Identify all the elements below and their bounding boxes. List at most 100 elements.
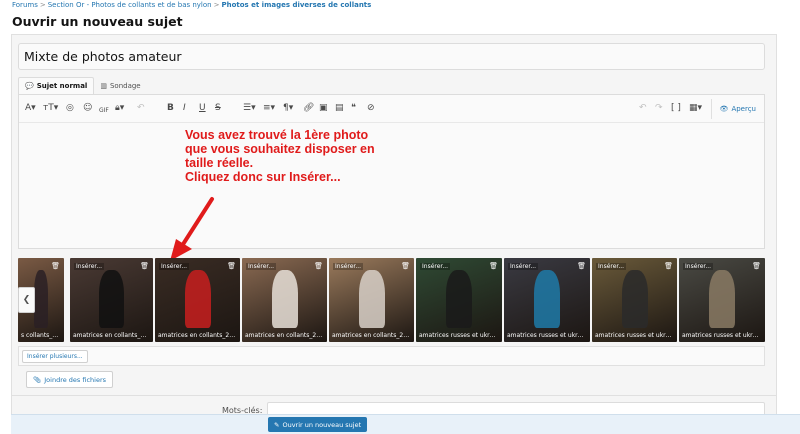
insert-link[interactable]: Insérer... [246, 263, 277, 270]
annotation-line: Vous avez trouvé la 1ère photo [185, 128, 369, 142]
bold-icon[interactable]: B [167, 103, 174, 114]
breadcrumb-separator: > [213, 1, 220, 9]
insert-row: Insérer plusieurs... [18, 346, 765, 366]
attachment-filename: amatrices russes et ukrain... [595, 332, 677, 339]
submit-button[interactable]: ✎ Ouvrir un nouveau sujet [268, 417, 368, 432]
photo-figure [272, 270, 298, 328]
hide-icon[interactable]: ⊘ [367, 103, 375, 114]
attach-files-button[interactable]: 📎︎ Joindre des fichiers [26, 371, 114, 388]
attachment-thumbnail[interactable]: Insérer... 🗑︎ amatrices russes et ukrain..… [592, 258, 677, 342]
breadcrumb: Forums > Section Or - Photos de collants e… [12, 1, 371, 9]
annotation-line: que vous souhaitez disposer en [185, 142, 375, 156]
annotation-line: Cliquez donc sur Insérer... [185, 170, 341, 184]
breadcrumb-item-section[interactable]: Section Or - Photos de collants et de ba… [48, 1, 212, 9]
lock-icon[interactable]: 🔒︎▾ [115, 103, 124, 114]
carousel-prev-button[interactable]: ❮ [18, 287, 35, 313]
trash-icon[interactable]: 🗑︎ [752, 262, 761, 270]
link-icon[interactable]: 🔗︎ [303, 103, 314, 114]
attachment-thumbnail[interactable]: Insérer... 🗑︎ amatrices en collants_207... [242, 258, 327, 342]
insert-link[interactable]: Insérer... [420, 263, 451, 270]
preview-label: Aperçu [731, 105, 756, 113]
attachment-filename: amatrices en collants_206... [158, 332, 240, 339]
attachment-filename: amatrices russes et ukrain... [682, 332, 765, 339]
insert-link[interactable]: Insérer... [159, 263, 190, 270]
redo-icon[interactable]: ↷ [655, 103, 663, 114]
post-type-tabs: 💬 Sujet normal ▥ Sondage [18, 76, 147, 94]
trash-icon[interactable]: 🗑︎ [140, 262, 149, 270]
trash-icon[interactable]: 🗑︎ [401, 262, 410, 270]
preview-button[interactable]: 👁︎ Aperçu [710, 99, 764, 119]
smiley-icon[interactable]: ☺ [83, 103, 92, 114]
paperclip-icon: 📎︎ [33, 375, 42, 384]
trash-icon[interactable]: 🗑︎ [51, 262, 60, 270]
submit-label: Ouvrir un nouveau sujet [282, 420, 362, 429]
italic-icon[interactable]: I [183, 103, 186, 114]
attach-files-label: Joindre des fichiers [44, 375, 107, 384]
trash-icon[interactable]: 🗑︎ [664, 262, 673, 270]
insert-link[interactable]: Insérer... [683, 263, 714, 270]
editor-toolbar: A▾ ᴛT▾ ◎ ☺ GIF 🔒︎▾ ↶ B I U S ☰▾ ≡▾ ¶▾ 🔗︎… [19, 95, 764, 123]
photo-figure [622, 270, 648, 328]
photo-figure [709, 270, 735, 328]
insert-link[interactable]: Insérer... [74, 263, 105, 270]
title-input[interactable]: Mixte de photos amateur [18, 43, 765, 70]
photo-figure [99, 270, 124, 328]
align-icon[interactable]: ≡▾ [263, 103, 275, 114]
attachment-filename: amatrices en collants_207... [245, 332, 327, 339]
attachment-filename: amatrices russes et ukrain... [419, 332, 502, 339]
attachment-filename: s collants_204... [21, 332, 64, 339]
rich-text-editor[interactable]: A▾ ᴛT▾ ◎ ☺ GIF 🔒︎▾ ↶ B I U S ☰▾ ≡▾ ¶▾ 🔗︎… [18, 94, 765, 249]
bar-chart-icon: ▥ [100, 82, 107, 90]
tab-normal-thread[interactable]: 💬 Sujet normal [18, 77, 95, 94]
annotation-line: taille réelle. [185, 156, 254, 170]
red-arrow-icon [170, 197, 214, 261]
tab-poll[interactable]: ▥ Sondage [94, 78, 146, 94]
attachment-thumbnail[interactable]: Insérer... 🗑︎ amatrices en collants_208... [329, 258, 414, 342]
insert-link[interactable]: Insérer... [333, 263, 364, 270]
attachment-thumbnail[interactable]: Insérer... 🗑︎ amatrices en collants_206... [155, 258, 240, 342]
photo-figure [34, 270, 48, 328]
undo2-icon[interactable]: ↶ [639, 103, 647, 114]
breadcrumb-item-current[interactable]: Photos et images diverses de collants [221, 1, 371, 9]
attachment-thumbnail[interactable]: Insérer... 🗑︎ amatrices russes et ukrain..… [504, 258, 590, 342]
attachment-filename: amatrices en collants_208... [332, 332, 414, 339]
attachment-strip: 🗑︎ s collants_204... Insérer... 🗑︎ amatrices… [18, 258, 765, 342]
insert-multiple-button[interactable]: Insérer plusieurs... [22, 350, 88, 363]
photo-figure [446, 270, 472, 328]
insert-link[interactable]: Insérer... [596, 263, 627, 270]
media-icon[interactable]: ▤ [335, 103, 344, 114]
insert-link[interactable]: Insérer... [508, 263, 539, 270]
comments-icon: 💬 [25, 82, 34, 90]
font-size-icon[interactable]: A▾ [25, 103, 36, 114]
photo-figure [359, 270, 385, 328]
red-annotation: Vous avez trouvé la 1ère photo que vous … [185, 128, 375, 184]
trash-icon[interactable]: 🗑︎ [489, 262, 498, 270]
breadcrumb-separator: > [39, 1, 46, 9]
tab-label: Sondage [109, 82, 141, 90]
attachment-thumbnail[interactable]: Insérer... 🗑︎ amatrices russes et ukrain..… [416, 258, 502, 342]
divider [11, 395, 777, 396]
strikethrough-icon[interactable]: S [215, 103, 221, 114]
drafts-icon[interactable]: ▦▾ [689, 103, 702, 114]
gif-icon[interactable]: GIF [99, 105, 109, 116]
image-icon[interactable]: ▣ [319, 103, 328, 114]
attachment-thumbnail[interactable]: Insérer... 🗑︎ amatrices en collants_205... [70, 258, 153, 342]
breadcrumb-item-forums[interactable]: Forums [12, 1, 38, 9]
list-icon[interactable]: ☰▾ [243, 103, 256, 114]
chevron-left-icon: ❮ [22, 295, 31, 305]
eye-icon: 👁︎ [719, 105, 729, 113]
page-title: Ouvrir un nouveau sujet [12, 14, 183, 29]
underline-icon[interactable]: U [199, 103, 206, 114]
quote-icon[interactable]: ❝ [351, 103, 356, 114]
attachment-thumbnail[interactable]: Insérer... 🗑︎ amatrices russes et ukrain..… [679, 258, 765, 342]
tab-label: Sujet normal [36, 82, 88, 90]
palette-icon[interactable]: ◎ [66, 103, 74, 114]
undo-icon[interactable]: ↶ [137, 103, 145, 114]
attachment-filename: amatrices russes et ukrain... [507, 332, 590, 339]
trash-icon[interactable]: 🗑︎ [227, 262, 236, 270]
font-family-icon[interactable]: ᴛT▾ [43, 103, 58, 114]
bbcode-icon[interactable]: [ ] [671, 103, 681, 114]
trash-icon[interactable]: 🗑︎ [314, 262, 323, 270]
trash-icon[interactable]: 🗑︎ [577, 262, 586, 270]
paragraph-icon[interactable]: ¶▾ [283, 103, 293, 114]
